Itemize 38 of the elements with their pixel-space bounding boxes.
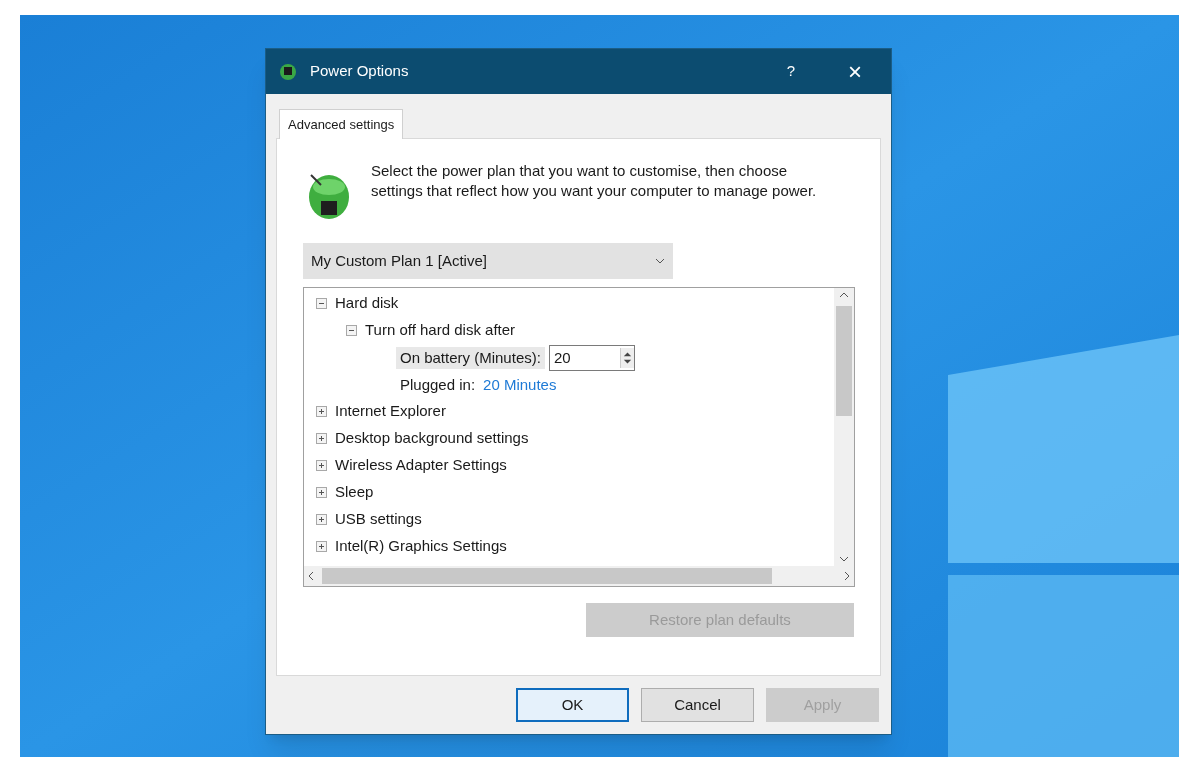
tree-item[interactable]: Desktop background settings xyxy=(335,427,529,450)
tree-item[interactable]: Hard disk xyxy=(335,292,399,315)
help-button[interactable]: ? xyxy=(771,60,811,83)
close-button[interactable]: × xyxy=(835,59,875,84)
expand-icon[interactable] xyxy=(316,406,327,417)
tree-item[interactable]: Turn off hard disk after xyxy=(365,319,516,342)
setting-label: Plugged in: xyxy=(400,374,476,395)
expand-icon[interactable] xyxy=(316,487,327,498)
spin-arrows-icon[interactable] xyxy=(619,348,634,368)
tab[interactable]: Advanced settings xyxy=(279,109,404,139)
expand-icon[interactable] xyxy=(316,433,327,444)
expand-icon[interactable] xyxy=(316,514,327,525)
plan-dropdown[interactable]: My Custom Plan 1 [Active] xyxy=(303,243,673,279)
chevron-right-icon[interactable] xyxy=(844,571,850,581)
expand-icon[interactable] xyxy=(316,541,327,552)
chevron-down-icon xyxy=(655,258,665,264)
collapse-icon[interactable] xyxy=(316,298,327,309)
horizontal-scrollbar[interactable] xyxy=(304,566,854,586)
tree-item[interactable]: Internet Explorer xyxy=(335,400,446,423)
collapse-icon[interactable] xyxy=(346,325,357,336)
tree-item[interactable]: Intel(R) Graphics Settings xyxy=(335,535,507,558)
scroll-thumb[interactable] xyxy=(322,568,772,584)
tree-item[interactable]: USB settings xyxy=(335,508,422,531)
scroll-thumb[interactable] xyxy=(836,306,852,416)
description-text: Select the power plan that you want to customise, then choose settings that reflect how you want your computer to manage power. xyxy=(371,161,818,201)
setting-label: On battery (Minutes): xyxy=(396,346,545,370)
tree-item[interactable]: Sleep xyxy=(335,481,374,504)
tree-item[interactable]: Wireless Adapter Settings xyxy=(335,454,507,477)
minutes-spinbox[interactable]: 20 xyxy=(548,345,635,371)
setting-value-link[interactable]: 20 Minutes xyxy=(483,373,557,397)
vertical-scrollbar[interactable] xyxy=(834,288,854,566)
expand-icon[interactable] xyxy=(316,460,327,471)
chevron-up-icon[interactable] xyxy=(839,292,849,298)
chevron-down-icon[interactable] xyxy=(839,556,849,562)
window-title: Power Options xyxy=(310,61,410,82)
dialog-button[interactable]: OK xyxy=(516,688,629,722)
chevron-left-icon[interactable] xyxy=(308,571,314,581)
dialog-button[interactable]: Cancel xyxy=(641,688,754,722)
